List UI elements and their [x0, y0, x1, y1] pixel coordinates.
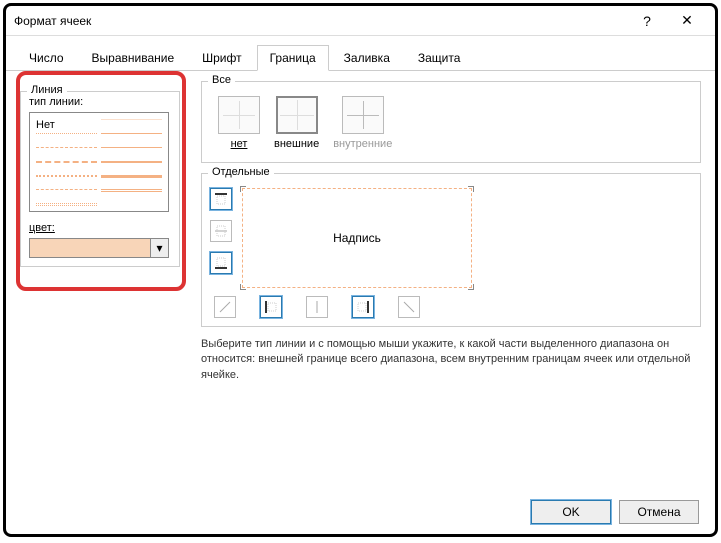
color-dropdown[interactable]: ▾: [29, 238, 169, 258]
border-vmiddle-button[interactable]: [306, 296, 328, 318]
preset-none[interactable]: нет: [218, 96, 260, 150]
individual-group: Отдельные Надпись: [201, 173, 701, 327]
help-button[interactable]: ?: [627, 7, 667, 35]
tab-number[interactable]: Число: [16, 45, 77, 71]
tab-border[interactable]: Граница: [257, 45, 329, 71]
preset-inner-icon: [342, 96, 384, 134]
line-style-3[interactable]: [36, 161, 97, 169]
presets-group: Все нет внешние внутренние: [201, 81, 701, 163]
chevron-down-icon: ▾: [150, 239, 168, 257]
tab-protection[interactable]: Защита: [405, 45, 474, 71]
close-button[interactable]: ✕: [667, 7, 707, 35]
cancel-button[interactable]: Отмена: [619, 500, 699, 524]
line-group-legend: Линия: [27, 84, 67, 96]
border-diag2-button[interactable]: [398, 296, 420, 318]
line-style-12[interactable]: [101, 189, 162, 197]
line-type-label: тип линии:: [29, 96, 171, 108]
titlebar: Формат ячеек ? ✕: [6, 6, 715, 36]
color-swatch: [30, 239, 150, 257]
border-bottom-button[interactable]: [210, 252, 232, 274]
tab-fill[interactable]: Заливка: [331, 45, 403, 71]
preset-none-label: нет: [231, 138, 248, 150]
dialog-title: Формат ячеек: [14, 14, 627, 28]
line-style-8[interactable]: [101, 133, 162, 141]
border-top-button[interactable]: [210, 188, 232, 210]
presets-legend: Все: [208, 74, 235, 86]
preset-outer-label: внешние: [274, 138, 319, 150]
line-group: Линия тип линии: Нет: [20, 91, 180, 267]
border-diag1-button[interactable]: [214, 296, 236, 318]
line-style-6[interactable]: [36, 203, 97, 206]
line-style-1[interactable]: [36, 133, 97, 141]
hint-text: Выберите тип линии и с помощью мыши укаж…: [201, 337, 701, 383]
line-style-none[interactable]: Нет: [36, 119, 97, 127]
preset-inner-label: внутренние: [333, 138, 392, 150]
line-style-10[interactable]: [101, 161, 162, 169]
tab-alignment[interactable]: Выравнивание: [79, 45, 188, 71]
line-style-picker[interactable]: Нет: [29, 112, 169, 212]
preset-outer-icon: [276, 96, 318, 134]
border-left-button[interactable]: [260, 296, 282, 318]
ok-button[interactable]: OK: [531, 500, 611, 524]
preset-inner[interactable]: внутренние: [333, 96, 392, 150]
border-right-button[interactable]: [352, 296, 374, 318]
border-hmiddle-button[interactable]: [210, 220, 232, 242]
line-style-4[interactable]: [36, 175, 97, 183]
line-style-9[interactable]: [101, 147, 162, 155]
line-style-2[interactable]: [36, 147, 97, 155]
preset-outer[interactable]: внешние: [274, 96, 319, 150]
tab-strip: Число Выравнивание Шрифт Граница Заливка…: [6, 36, 715, 71]
color-label: цвет:: [29, 222, 171, 234]
line-style-7[interactable]: [101, 119, 162, 127]
preview-text: Надпись: [333, 231, 381, 245]
line-style-11[interactable]: [101, 175, 162, 183]
border-preview[interactable]: Надпись: [242, 188, 472, 288]
individual-legend: Отдельные: [208, 166, 274, 178]
tab-font[interactable]: Шрифт: [189, 45, 254, 71]
preset-none-icon: [218, 96, 260, 134]
line-style-5[interactable]: [36, 189, 97, 197]
